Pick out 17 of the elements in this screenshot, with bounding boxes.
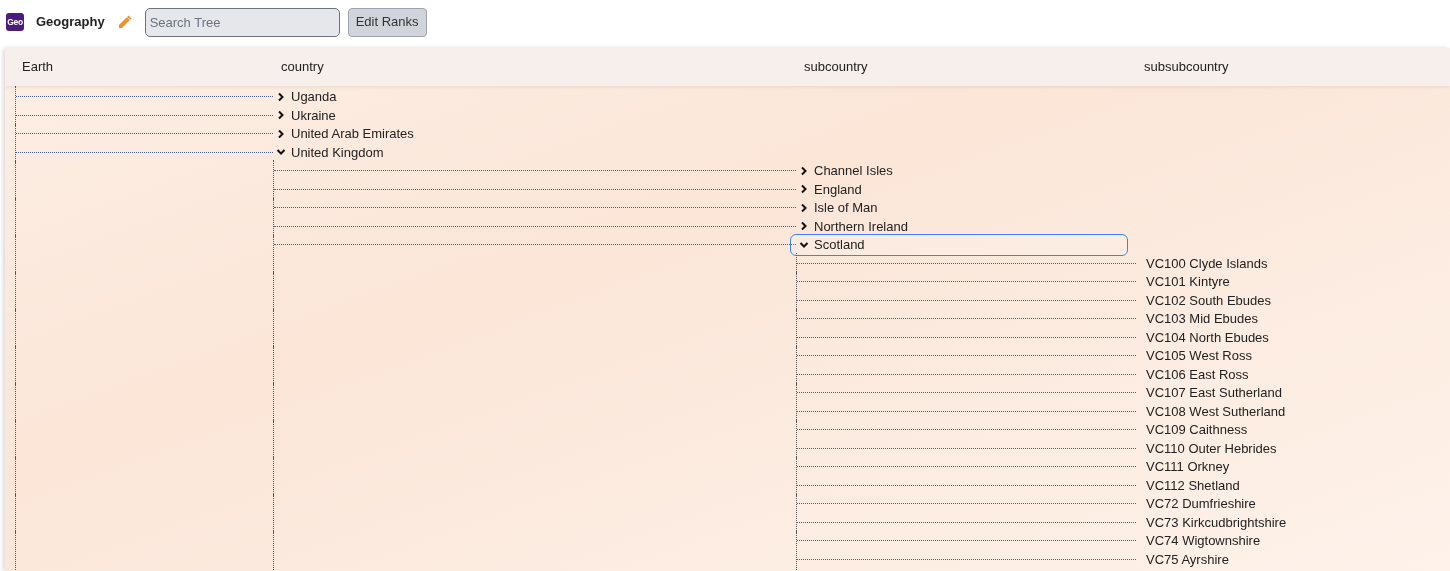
tree-item[interactable]: Scotland [790, 234, 1128, 256]
chevron-right-icon[interactable] [799, 184, 809, 195]
tree-item[interactable]: VC100 Clyde Islands [1130, 252, 1442, 274]
rank-header: subcountry [803, 58, 869, 77]
chevron-right-icon[interactable] [799, 165, 809, 176]
search-field[interactable]: Search Tree [144, 7, 340, 37]
chevron-right-icon[interactable] [276, 91, 286, 102]
rank-header: Earth [21, 58, 55, 77]
chevron-right-icon[interactable] [276, 110, 286, 121]
chevron-right-icon[interactable] [799, 202, 809, 213]
tree-title: Geography [36, 13, 105, 32]
rank-header: subsubcountry [1143, 58, 1230, 77]
edit-ranks-button[interactable]: Edit Ranks [347, 7, 427, 37]
chevron-right-icon[interactable] [799, 221, 809, 232]
chevron-right-icon[interactable] [276, 128, 286, 139]
rank-header: country [280, 58, 325, 77]
app-logo: Geo [6, 13, 24, 31]
